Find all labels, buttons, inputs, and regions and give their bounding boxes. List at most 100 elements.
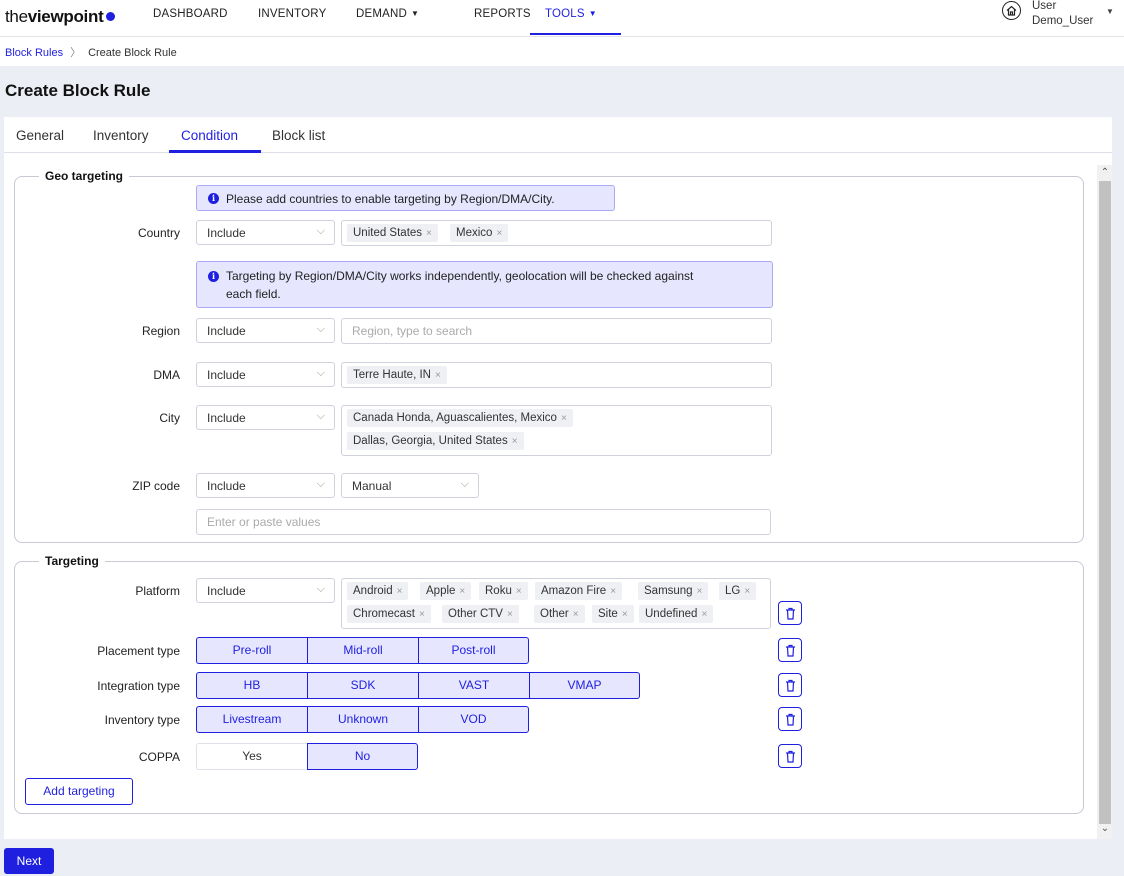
- delete-platform-trash-icon[interactable]: [778, 601, 802, 625]
- region-mode-select[interactable]: Include ⌵: [196, 318, 335, 343]
- info-icon: i: [208, 271, 219, 282]
- info-icon: i: [208, 193, 219, 204]
- tab-inventory[interactable]: Inventory: [93, 128, 149, 143]
- placement-option-pre-roll[interactable]: Pre-roll: [196, 637, 307, 664]
- delete-placement-trash-icon[interactable]: [778, 638, 802, 662]
- platform-tag: Undefined ×: [639, 605, 714, 623]
- city-tags-input[interactable]: Canada Honda, Aguascalientes, Mexico × Da…: [341, 405, 772, 456]
- nav-demand[interactable]: DEMAND ▼: [356, 8, 419, 20]
- add-targeting-button[interactable]: Add targeting: [25, 778, 133, 805]
- region-placeholder: Region, type to search: [352, 324, 473, 338]
- nav-reports[interactable]: REPORTS: [474, 8, 531, 20]
- placement-option-post-roll[interactable]: Post-roll: [418, 637, 529, 664]
- platform-tag-text: Chromecast: [353, 608, 415, 620]
- coppa-option-yes[interactable]: Yes: [196, 743, 307, 770]
- remove-tag-icon[interactable]: ×: [610, 586, 616, 597]
- country-label: Country: [137, 226, 180, 240]
- breadcrumb-current: Create Block Rule: [88, 47, 177, 59]
- integration-option-vmap[interactable]: VMAP: [529, 672, 640, 699]
- placement-option-mid-roll[interactable]: Mid-roll: [307, 637, 418, 664]
- integration-option-hb[interactable]: HB: [196, 672, 307, 699]
- scroll-up-icon[interactable]: ⌃: [1098, 167, 1112, 178]
- platform-mode-select[interactable]: Include ⌵: [196, 578, 335, 603]
- zip-input-mode-value: Manual: [352, 479, 392, 493]
- coppa-segmented: Yes No: [196, 743, 418, 770]
- breadcrumb-separator-icon: 〉: [70, 47, 82, 59]
- zip-values-input[interactable]: Enter or paste values: [196, 509, 771, 535]
- remove-tag-icon[interactable]: ×: [397, 586, 403, 597]
- inventory-option-vod[interactable]: VOD: [418, 706, 529, 733]
- inventory-option-livestream[interactable]: Livestream: [196, 706, 307, 733]
- remove-tag-icon[interactable]: ×: [697, 586, 703, 597]
- breadcrumb-parent-link[interactable]: Block Rules: [5, 47, 63, 59]
- dma-tags-input[interactable]: Terre Haute, IN ×: [341, 362, 772, 388]
- city-tag: Dallas, Georgia, United States ×: [347, 432, 524, 450]
- remove-tag-icon[interactable]: ×: [419, 609, 425, 620]
- home-icon[interactable]: [1002, 1, 1021, 20]
- platform-tag-text: Roku: [485, 585, 512, 597]
- remove-tag-icon[interactable]: ×: [744, 586, 750, 597]
- user-name[interactable]: Demo_User: [1032, 15, 1093, 28]
- coppa-label: COPPA: [138, 750, 180, 764]
- country-tag: Mexico ×: [450, 224, 509, 242]
- platform-tags-input[interactable]: Android × Apple × Roku × Amazon Fire × Samsu…: [341, 578, 771, 629]
- next-button[interactable]: Next: [4, 848, 54, 874]
- remove-tag-icon[interactable]: ×: [496, 228, 502, 239]
- delete-inventory-trash-icon[interactable]: [778, 707, 802, 731]
- platform-mode-value: Include: [207, 584, 246, 598]
- remove-tag-icon[interactable]: ×: [435, 370, 441, 381]
- remove-tag-icon[interactable]: ×: [507, 609, 513, 620]
- coppa-option-no[interactable]: No: [307, 743, 418, 770]
- integration-type-label: Integration type: [97, 679, 180, 693]
- user-menu-caret-icon[interactable]: ▼: [1106, 7, 1114, 16]
- brand-dot-icon: [106, 12, 116, 21]
- country-tags-input[interactable]: United States × Mexico ×: [341, 220, 772, 246]
- country-mode-select[interactable]: Include ⌵: [196, 220, 335, 245]
- city-mode-select[interactable]: Include ⌵: [196, 405, 335, 430]
- zip-mode-value: Include: [207, 479, 246, 493]
- page-title: Create Block Rule: [5, 81, 151, 100]
- scroll-down-icon[interactable]: ⌄: [1098, 823, 1112, 834]
- nav-inventory[interactable]: INVENTORY: [258, 8, 326, 20]
- integration-option-vast[interactable]: VAST: [418, 672, 529, 699]
- info-country-text: Please add countries to enable targeting…: [226, 192, 555, 206]
- targeting-section: Targeting Platform Include ⌵ Android × App…: [14, 554, 1084, 814]
- tab-condition[interactable]: Condition: [181, 128, 238, 143]
- scrollbar-thumb[interactable]: [1099, 181, 1111, 824]
- remove-tag-icon[interactable]: ×: [516, 586, 522, 597]
- remove-tag-icon[interactable]: ×: [512, 436, 518, 447]
- remove-tag-icon[interactable]: ×: [561, 413, 567, 424]
- dma-label: DMA: [153, 368, 180, 382]
- form-card: General Inventory Condition Block list ⌃…: [4, 117, 1112, 839]
- delete-coppa-trash-icon[interactable]: [778, 744, 802, 768]
- chevron-down-icon: ⌵: [316, 225, 325, 237]
- inventory-option-unknown[interactable]: Unknown: [307, 706, 418, 733]
- region-search-input[interactable]: Region, type to search: [341, 318, 772, 344]
- delete-integration-trash-icon[interactable]: [778, 673, 802, 697]
- geo-targeting-section: Geo targeting i Please add countries to …: [14, 169, 1084, 543]
- remove-tag-icon[interactable]: ×: [701, 609, 707, 620]
- platform-tag-text: Undefined: [645, 608, 698, 620]
- placement-type-label: Placement type: [97, 644, 180, 658]
- zip-mode-select[interactable]: Include ⌵: [196, 473, 335, 498]
- platform-tag-text: Amazon Fire: [541, 585, 607, 597]
- remove-tag-icon[interactable]: ×: [459, 586, 465, 597]
- platform-tag: Samsung ×: [638, 582, 709, 600]
- geo-targeting-legend: Geo targeting: [39, 169, 130, 183]
- brand-name: viewpoint: [27, 7, 104, 26]
- inventory-type-label: Inventory type: [104, 713, 180, 727]
- brand-logo[interactable]: theviewpoint: [5, 7, 116, 27]
- platform-tag: Site ×: [592, 605, 634, 623]
- dma-mode-select[interactable]: Include ⌵: [196, 362, 335, 387]
- tab-general[interactable]: General: [16, 128, 64, 143]
- nav-dashboard[interactable]: DASHBOARD: [153, 8, 228, 20]
- zip-placeholder: Enter or paste values: [207, 515, 321, 529]
- tab-block-list[interactable]: Block list: [272, 128, 325, 143]
- remove-tag-icon[interactable]: ×: [573, 609, 579, 620]
- integration-option-sdk[interactable]: SDK: [307, 672, 418, 699]
- city-tag-text: Dallas, Georgia, United States: [353, 435, 508, 447]
- remove-tag-icon[interactable]: ×: [426, 228, 432, 239]
- zip-input-mode-select[interactable]: Manual ⌵: [341, 473, 479, 498]
- remove-tag-icon[interactable]: ×: [622, 609, 628, 620]
- nav-tools[interactable]: TOOLS ▼: [545, 8, 597, 20]
